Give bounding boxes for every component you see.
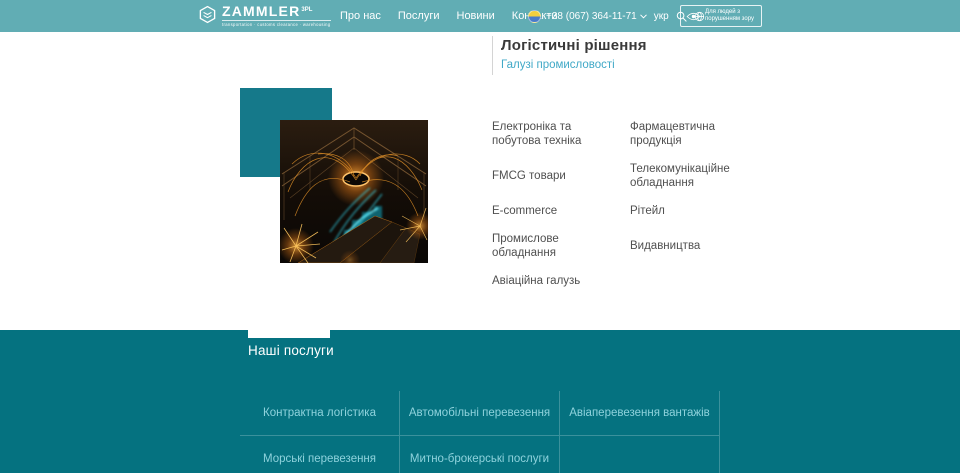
nav-about[interactable]: Про нас <box>340 10 381 22</box>
accessibility-button[interactable]: Для людей з порушенням зору <box>680 5 762 27</box>
contact-group: +38 (067) 364-11-71 укр <box>528 0 705 32</box>
ukraine-flag-icon[interactable] <box>528 10 541 23</box>
industry-link-aviation[interactable]: Авіаційна галузь <box>492 274 618 288</box>
industry-link-telecom[interactable]: Телекомунікаційне обладнання <box>630 162 750 190</box>
main-nav: Про нас Послуги Новини Контакти <box>340 0 558 32</box>
phone-link[interactable]: +38 (067) 364-11-71 <box>546 11 637 22</box>
service-cell: Автомобільні перевезення <box>400 391 560 436</box>
chevron-down-icon[interactable] <box>640 14 647 19</box>
service-link-sea-transport[interactable]: Морські перевезення <box>263 453 376 465</box>
nav-news[interactable]: Новини <box>457 10 495 22</box>
header: ZAMMLER 3PL transportation · customs cle… <box>0 0 960 32</box>
industry-link-pharma[interactable]: Фармацевтична продукція <box>630 120 750 148</box>
industries-list: Електроніка та побутова техніка Фармацев… <box>492 120 750 288</box>
accessibility-label-line1: Для людей з <box>705 9 754 16</box>
nav-services[interactable]: Послуги <box>398 10 440 22</box>
services-title: Наші послуги <box>248 343 334 358</box>
industry-link-publishing[interactable]: Видавництва <box>630 239 750 253</box>
eye-icon <box>686 9 701 24</box>
language-selector[interactable]: укр <box>654 11 669 22</box>
service-link-contract-logistics[interactable]: Контрактна логістика <box>263 407 376 419</box>
service-link-road-transport[interactable]: Автомобільні перевезення <box>409 407 550 419</box>
logo-sup: 3PL <box>301 4 312 17</box>
white-notch-decor <box>248 330 330 338</box>
service-cell: Митно-брокерські послуги <box>400 436 560 473</box>
service-link-customs-broker[interactable]: Митно-брокерські послуги <box>410 453 549 465</box>
service-cell: Морські перевезення <box>240 436 400 473</box>
service-cell-empty <box>560 436 720 473</box>
page: ZAMMLER 3PL transportation · customs cle… <box>0 0 960 473</box>
industries-breadcrumb-link[interactable]: Галузі промисловості <box>501 59 615 71</box>
zammler-hexagon-logo-icon <box>198 5 217 24</box>
service-cell: Контрактна логістика <box>240 391 400 436</box>
industry-link-retail[interactable]: Рітейл <box>630 204 750 218</box>
logo[interactable]: ZAMMLER 3PL transportation · customs cle… <box>198 5 331 27</box>
industry-link-industrial[interactable]: Промислове обладнання <box>492 232 618 260</box>
service-link-air-freight[interactable]: Авіаперевезення вантажів <box>569 407 710 419</box>
page-heading-block: Логістичні рішення Галузі промисловості <box>492 36 647 75</box>
logo-tagline: transportation · customs clearance · war… <box>222 20 331 27</box>
industry-link-ecommerce[interactable]: E-commerce <box>492 204 618 218</box>
accessibility-label-line2: порушенням зору <box>705 16 754 23</box>
page-title: Логістичні рішення <box>501 37 647 54</box>
services-grid: Контрактна логістика Автомобільні переве… <box>240 391 720 473</box>
industry-link-fmcg[interactable]: FMCG товари <box>492 169 618 183</box>
logo-name: ZAMMLER <box>222 5 300 18</box>
warehouse-lightpainting-photo <box>280 120 428 263</box>
industry-link-electronics[interactable]: Електроніка та побутова техніка <box>492 120 618 148</box>
service-cell: Авіаперевезення вантажів <box>560 391 720 436</box>
logo-text: ZAMMLER 3PL transportation · customs cle… <box>222 5 331 27</box>
accessibility-button-label: Для людей з порушенням зору <box>705 9 754 23</box>
services-section: Наші послуги Контрактна логістика Автомо… <box>0 330 960 473</box>
